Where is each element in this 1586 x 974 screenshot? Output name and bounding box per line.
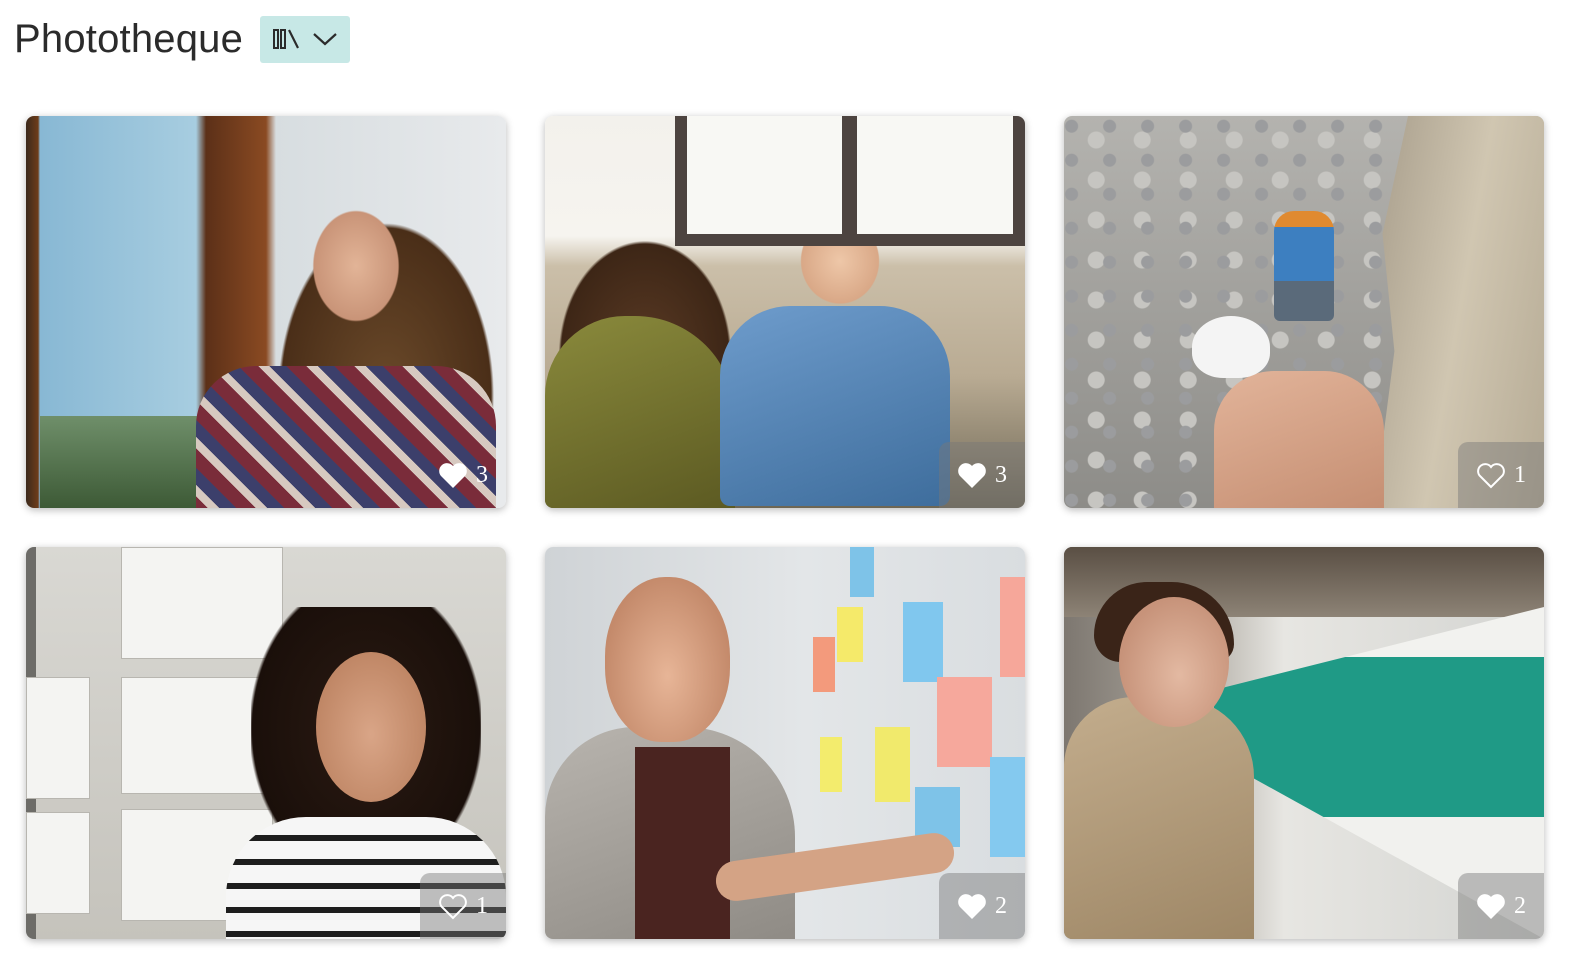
- heart-outline-icon: [1477, 462, 1505, 488]
- like-count: 2: [995, 892, 1007, 919]
- like-badge[interactable]: 1: [420, 873, 506, 939]
- photo-card[interactable]: 3: [26, 116, 506, 508]
- like-count: 1: [476, 892, 488, 919]
- photo-grid: 3 3 1 1 2 2: [26, 116, 1544, 939]
- heart-outline-icon: [439, 893, 467, 919]
- photo-card[interactable]: 3: [545, 116, 1025, 508]
- photo-card[interactable]: 1: [1064, 116, 1544, 508]
- like-count: 3: [476, 461, 488, 488]
- library-icon: [273, 29, 300, 49]
- photo-card[interactable]: 2: [545, 547, 1025, 939]
- like-badge[interactable]: 3: [939, 442, 1025, 508]
- view-toggle-button[interactable]: [260, 15, 351, 63]
- page-header: Phototheque: [14, 14, 351, 64]
- page-title: Phototheque: [14, 16, 244, 61]
- like-badge[interactable]: 2: [939, 873, 1025, 939]
- like-badge[interactable]: 3: [420, 442, 506, 508]
- like-count: 3: [995, 461, 1007, 488]
- heart-filled-icon: [439, 462, 467, 488]
- like-count: 1: [1514, 461, 1526, 488]
- like-count: 2: [1514, 892, 1526, 919]
- like-badge[interactable]: 1: [1458, 442, 1544, 508]
- heart-filled-icon: [958, 462, 986, 488]
- chevron-down-icon: [313, 33, 337, 46]
- heart-filled-icon: [1477, 893, 1505, 919]
- photo-card[interactable]: 2: [1064, 547, 1544, 939]
- photo-card[interactable]: 1: [26, 547, 506, 939]
- heart-filled-icon: [958, 893, 986, 919]
- like-badge[interactable]: 2: [1458, 873, 1544, 939]
